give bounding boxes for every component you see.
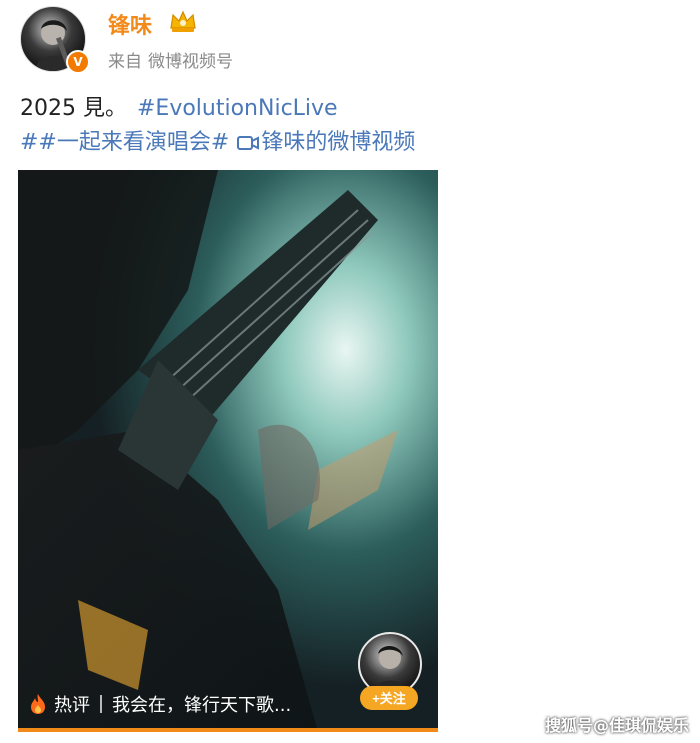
verified-badge: V xyxy=(66,50,90,74)
hot-comment-text: 我会在，锋行天下歌... xyxy=(112,695,292,716)
hashtag-evolution[interactable]: #EvolutionNicLive xyxy=(137,96,338,121)
fire-icon xyxy=(31,694,45,714)
hashtag-concert[interactable]: ##一起来看演唱会# xyxy=(20,130,229,155)
video-camera-icon xyxy=(237,136,260,150)
hot-comment-bar[interactable]: 热评 我会在，锋行天下歌... xyxy=(28,690,291,718)
source-name[interactable]: 微博视频号 xyxy=(148,52,233,72)
post-source: 来自 微博视频号 xyxy=(108,47,233,72)
video-player[interactable]: +关注 热评 我会在，锋行天下歌... xyxy=(18,170,438,732)
post-text-line1: 2025 見。 #EvolutionNicLive xyxy=(20,90,338,122)
crown-icon xyxy=(170,10,196,32)
creator-portrait-icon xyxy=(372,645,408,694)
video-progress-bar[interactable] xyxy=(18,728,438,732)
watermark-text: 搜狐号@佳琪侃娱乐 xyxy=(545,716,690,735)
follow-button[interactable]: +关注 xyxy=(360,686,418,710)
weibo-post: V 锋味 来自 微博视频号 2025 見。 #EvolutionNicLive ##… xyxy=(0,0,700,743)
post-text: 2025 見。 xyxy=(20,96,127,121)
video-progress-fill xyxy=(18,728,438,732)
video-link[interactable]: 锋味的微博视频 xyxy=(261,130,415,155)
source-prefix: 来自 xyxy=(108,52,142,72)
user-name[interactable]: 锋味 xyxy=(108,8,152,40)
post-text-line2: ##一起来看演唱会# 锋味的微博视频 xyxy=(20,124,415,156)
divider xyxy=(100,695,102,713)
hot-comment-label: 热评 xyxy=(54,695,90,716)
